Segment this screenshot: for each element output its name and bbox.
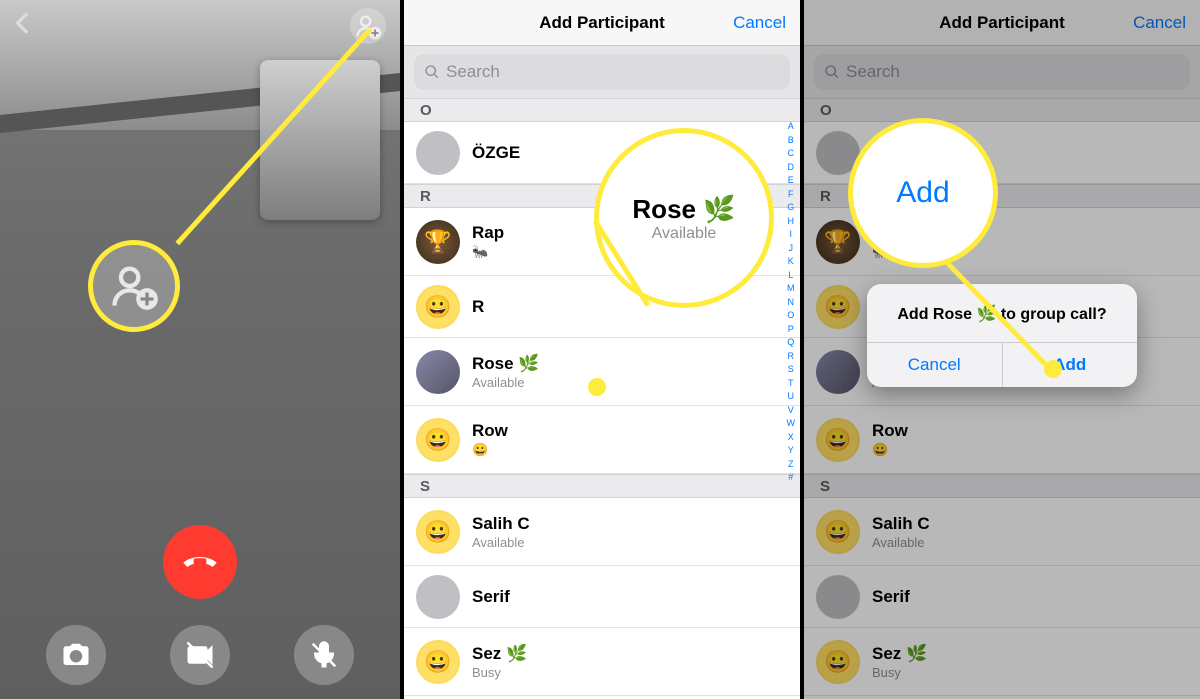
contact-row[interactable]: Rose 🌿 Available [404, 338, 800, 406]
avatar: 😀 [816, 510, 860, 554]
cancel-button[interactable]: Cancel [1133, 13, 1186, 33]
contact-status: Available [472, 375, 539, 390]
contact-row[interactable]: 😀 Row 😀 [804, 406, 1200, 474]
contact-status: Busy [872, 665, 927, 680]
contact-row[interactable]: 😀 Row 😀 [404, 406, 800, 474]
avatar: 😀 [416, 418, 460, 462]
contact-status: Available [472, 535, 530, 550]
section-header-S: S [804, 474, 1200, 498]
section-header-S: S [404, 474, 800, 498]
avatar: 😀 [416, 510, 460, 554]
add-participant-button[interactable] [350, 8, 386, 44]
dialog-message: Add Rose 🌿 to group call? [867, 284, 1137, 342]
contact-row[interactable]: Serif [404, 566, 800, 628]
contact-name: Sez 🌿 [872, 644, 927, 664]
contact-name: Row [872, 421, 908, 441]
contact-status: 😀 [472, 442, 508, 458]
contact-row[interactable]: 😀 Salih C Available [404, 498, 800, 566]
avatar [416, 575, 460, 619]
contact-status: Busy [472, 665, 527, 680]
callout-selected-contact: Rose 🌿 Available [594, 128, 774, 308]
contact-status: 😀 [872, 442, 908, 458]
mic-off-icon [309, 640, 339, 670]
avatar: 😀 [816, 418, 860, 462]
phone-hangup-icon [180, 542, 220, 582]
contact-row[interactable]: Serif [804, 566, 1200, 628]
callout-add-participant [88, 240, 180, 332]
navbar-title: Add Participant [539, 13, 665, 33]
search-placeholder: Search [846, 62, 900, 82]
callout-add-button: Add [848, 118, 998, 268]
chevron-left-icon [10, 10, 36, 36]
contact-name: Rap [472, 223, 504, 243]
video-call-screen [0, 0, 400, 699]
toggle-video-button[interactable] [170, 625, 230, 685]
search-icon [824, 64, 840, 80]
contact-name: Sez 🌿 [472, 644, 527, 664]
video-off-icon [185, 640, 215, 670]
search-input[interactable]: Search [414, 54, 790, 90]
contact-name: ÖZGE [472, 143, 520, 163]
avatar [416, 350, 460, 394]
callout-dot [588, 378, 606, 396]
callout-name: Rose 🌿 [632, 194, 735, 225]
person-add-icon [354, 12, 382, 40]
avatar: 🏆 [816, 220, 860, 264]
avatar: 😀 [816, 285, 860, 329]
person-add-icon [108, 260, 160, 312]
section-header-O: O [404, 98, 800, 122]
cancel-button[interactable]: Cancel [733, 13, 786, 33]
callout-label: Add [896, 176, 949, 210]
contact-status: 🐜 [472, 244, 504, 260]
contact-name: Salih C [472, 514, 530, 534]
search-icon [424, 64, 440, 80]
contact-name: R [472, 297, 484, 317]
contact-row[interactable]: 😀 Salih C Available [804, 498, 1200, 566]
contact-name: Serif [472, 587, 510, 607]
dialog-add-button[interactable]: Add [1002, 343, 1138, 387]
camera-switch-icon [61, 640, 91, 670]
avatar [816, 350, 860, 394]
contact-status: Available [872, 535, 930, 550]
avatar [816, 575, 860, 619]
toggle-mic-button[interactable] [294, 625, 354, 685]
dialog-cancel-button[interactable]: Cancel [867, 343, 1002, 387]
back-button[interactable] [10, 10, 36, 41]
alphabet-index[interactable]: ABCDEFGHIJKLMNOPQRSTUVWXYZ# [784, 120, 798, 485]
add-participant-confirm-screen: Add Participant Cancel Search O ÖZGE R 🏆… [804, 0, 1200, 699]
contact-row[interactable]: 😀 Sez 🌿 Busy [404, 628, 800, 696]
avatar: 🏆 [416, 220, 460, 264]
navbar: Add Participant Cancel [804, 0, 1200, 46]
contact-name: Serif [872, 587, 910, 607]
section-header-O: O [804, 98, 1200, 122]
contact-row[interactable]: 😀 Sez 🌿 Busy [804, 628, 1200, 696]
navbar-title: Add Participant [939, 13, 1065, 33]
avatar: 😀 [816, 640, 860, 684]
contact-name: Rose 🌿 [472, 354, 539, 374]
callout-status: Available [652, 225, 717, 243]
avatar [416, 131, 460, 175]
avatar: 😀 [416, 285, 460, 329]
avatar: 😀 [416, 640, 460, 684]
confirm-dialog: Add Rose 🌿 to group call? Cancel Add [867, 284, 1137, 387]
search-input[interactable]: Search [814, 54, 1190, 90]
switch-camera-button[interactable] [46, 625, 106, 685]
navbar: Add Participant Cancel [404, 0, 800, 46]
search-placeholder: Search [446, 62, 500, 82]
end-call-button[interactable] [163, 525, 237, 599]
contact-name: Salih C [872, 514, 930, 534]
add-participant-screen: Add Participant Cancel Search O ÖZGE R 🏆… [404, 0, 800, 699]
call-controls [0, 625, 400, 685]
contact-name: Row [472, 421, 508, 441]
callout-dot [1044, 360, 1062, 378]
